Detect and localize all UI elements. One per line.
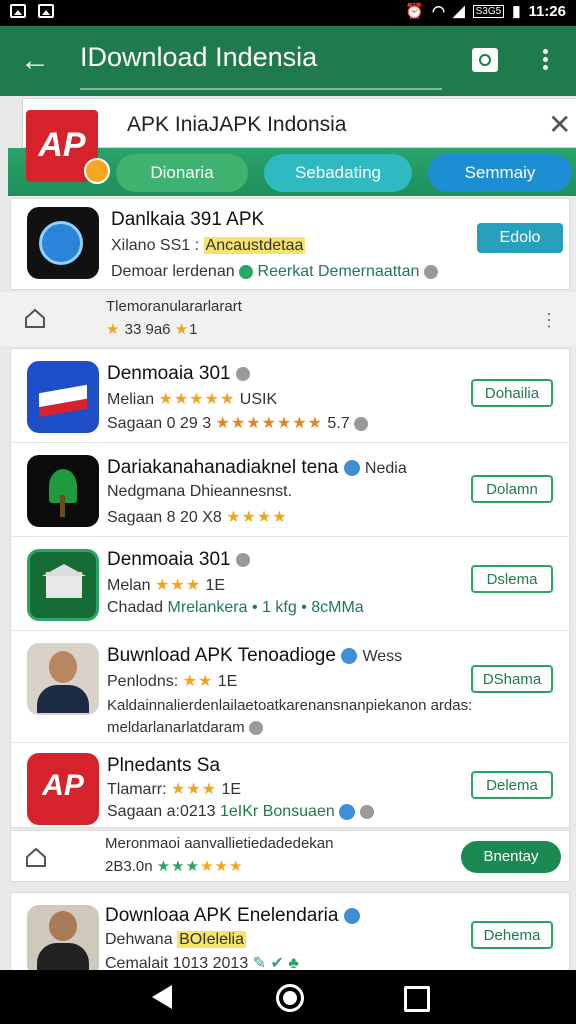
status-icons: ⏰ ◠ ◢ S3G5 ▮ 11:26 xyxy=(405,2,566,21)
app-subtitle: Melan ★★★ 1E xyxy=(107,577,226,594)
download-button[interactable]: DShama xyxy=(471,665,553,693)
app-name: Danlkaia 391 APK xyxy=(111,209,265,230)
notification-icons xyxy=(10,4,54,18)
app-icon: AP xyxy=(27,753,99,825)
download-button[interactable]: Edolo xyxy=(477,223,563,253)
app-meta: Chadad Mrelankera • 1 kfg • 8cMMa xyxy=(107,599,364,616)
download-button[interactable]: Dehema xyxy=(471,921,553,949)
app-name: Denmoaia 301 xyxy=(107,363,250,385)
app-subtitle: Dehwana BOIelelia xyxy=(105,931,246,948)
app-meta: Demoar lerdenan Reerkat Demernaattan xyxy=(111,263,438,281)
info-icon xyxy=(235,552,250,567)
search-input[interactable]: APK IniaJAPK Indonsia xyxy=(127,113,346,137)
chip-2[interactable]: Sebadating xyxy=(264,154,412,192)
list-item[interactable]: Downloaa APK Enelendaria Dehwana BOIelel… xyxy=(10,892,570,977)
promo-sub: 2B3.0n ★★★★★★ xyxy=(105,858,244,875)
promo-title: Meronmaoi aanvallietiedadedekan xyxy=(105,835,334,852)
verified-icon xyxy=(339,803,356,820)
alarm-icon: ⏰ xyxy=(405,3,424,20)
highlight-badge: BOIelelia xyxy=(177,931,246,948)
app-name: Buwnload APK Tenoadioge Wess xyxy=(107,645,403,666)
highlight-badge: Ancaustdetaa xyxy=(203,237,306,254)
app-meta: Sagaan 0 29 3 ★★★★★★★ 5.7 xyxy=(107,413,369,433)
verified-icon xyxy=(343,459,360,476)
download-button[interactable]: Dohailia xyxy=(471,379,553,407)
list-item[interactable]: Denmoaia 301 Melian ★★★★★ USIK Sagaan 0 … xyxy=(11,349,571,443)
app-subtitle: Tlamarr: ★★★ 1E xyxy=(107,781,242,798)
promo-title: Tlemoranulararlarart xyxy=(106,298,242,315)
app-description: meldarlanarlatdaram xyxy=(107,719,263,736)
badge-icon xyxy=(84,158,110,184)
camera-icon[interactable] xyxy=(472,48,498,72)
list-item[interactable]: Denmoaia 301 Melan ★★★ 1E Chadad Mrelank… xyxy=(11,537,571,631)
signal-icon: ◢ xyxy=(453,3,465,20)
app-name: Plnedants Sa xyxy=(107,755,221,776)
app-subtitle: Xilano SS1 : Ancaustdetaa xyxy=(111,237,306,254)
info-icon xyxy=(354,416,369,431)
promo-sub: ★ 33 9a6 ★1 xyxy=(106,321,198,338)
list-item[interactable]: Dariakanahanadiaknel tena Nedia Nedgmana… xyxy=(11,443,571,537)
more-options-icon[interactable] xyxy=(537,46,553,78)
app-icon xyxy=(27,361,99,433)
app-icon xyxy=(27,455,99,527)
app-subtitle: Melian ★★★★★ USIK xyxy=(107,391,278,408)
close-icon[interactable]: ✕ xyxy=(548,111,571,139)
app-icon xyxy=(27,905,99,977)
app-subtitle: Penlodns: ★★ 1E xyxy=(107,673,238,690)
image-notification-icon xyxy=(38,4,54,18)
promo-row[interactable]: Meronmaoi aanvallietiedadedekan 2B3.0n ★… xyxy=(10,830,570,882)
more-options-icon[interactable]: ⋮ xyxy=(540,310,558,331)
list-item[interactable]: AP Plnedants Sa Tlamarr: ★★★ 1E Sagaan a… xyxy=(11,743,571,829)
nav-home-icon[interactable] xyxy=(276,984,304,1012)
status-bar: ⏰ ◠ ◢ S3G5 ▮ 11:26 xyxy=(0,0,576,26)
clock: 11:26 xyxy=(528,2,566,20)
app-meta: Sagaan a:0213 1eIKr Bonsuaen xyxy=(107,803,374,821)
search-bar[interactable]: APK IniaJAPK Indonsia ✕ xyxy=(22,98,576,148)
page-title: IDownload Indensia xyxy=(80,42,318,72)
app-meta: Sagaan 8 20 X8 ★★★★ xyxy=(107,509,288,526)
info-icon xyxy=(235,366,250,381)
battery-icon: ▮ xyxy=(512,3,521,20)
list-item[interactable]: Buwnload APK Tenoadioge Wess Penlodns: ★… xyxy=(11,631,571,743)
action-button[interactable]: Bnentay xyxy=(461,841,561,873)
chip-1[interactable]: Dionaria xyxy=(116,154,248,192)
home-icon xyxy=(24,308,45,328)
app-name: Downloaa APK Enelendaria xyxy=(105,905,360,927)
app-icon xyxy=(27,643,99,715)
app-list: Denmoaia 301 Melian ★★★★★ USIK Sagaan 0 … xyxy=(10,348,571,829)
network-label: S3G5 xyxy=(472,4,505,18)
app-icon xyxy=(27,207,99,279)
promo-row[interactable]: Tlemoranulararlarart ★ 33 9a6 ★1 ⋮ xyxy=(0,292,576,346)
app-name: Dariakanahanadiaknel tena Nedia xyxy=(107,457,407,478)
app-name: Denmoaia 301 xyxy=(107,549,250,571)
app-description: Kaldainnalierdenlailaetoatkarenansnanpie… xyxy=(107,697,473,714)
download-button[interactable]: Dslema xyxy=(471,565,553,593)
app-bar: ← IDownload Indensia xyxy=(0,26,576,96)
info-icon xyxy=(423,264,438,279)
verified-icon xyxy=(341,647,358,664)
back-arrow-icon[interactable]: ← xyxy=(20,46,50,76)
app-icon xyxy=(27,549,99,621)
info-icon xyxy=(359,804,374,819)
search-panel: APK IniaJAPK Indonsia ✕ Dionaria Sebadat… xyxy=(8,98,576,198)
info-icon xyxy=(248,721,263,736)
wifi-icon: ◠ xyxy=(431,3,446,20)
home-icon xyxy=(25,847,46,867)
app-subtitle: Nedgmana Dhieannesnst. xyxy=(107,483,293,500)
nav-back-icon[interactable] xyxy=(152,985,172,1009)
download-button[interactable]: Delema xyxy=(471,771,553,799)
verified-icon xyxy=(343,907,360,924)
nav-recent-icon[interactable] xyxy=(404,986,430,1012)
verified-icon xyxy=(239,264,254,279)
system-nav-bar xyxy=(0,970,576,1024)
list-item[interactable]: Danlkaia 391 APK Xilano SS1 : Ancaustdet… xyxy=(10,198,570,290)
image-notification-icon xyxy=(10,4,26,18)
download-button[interactable]: Dolamn xyxy=(471,475,553,503)
chip-3[interactable]: Semmaiy xyxy=(428,154,572,192)
title-underline xyxy=(80,88,442,90)
